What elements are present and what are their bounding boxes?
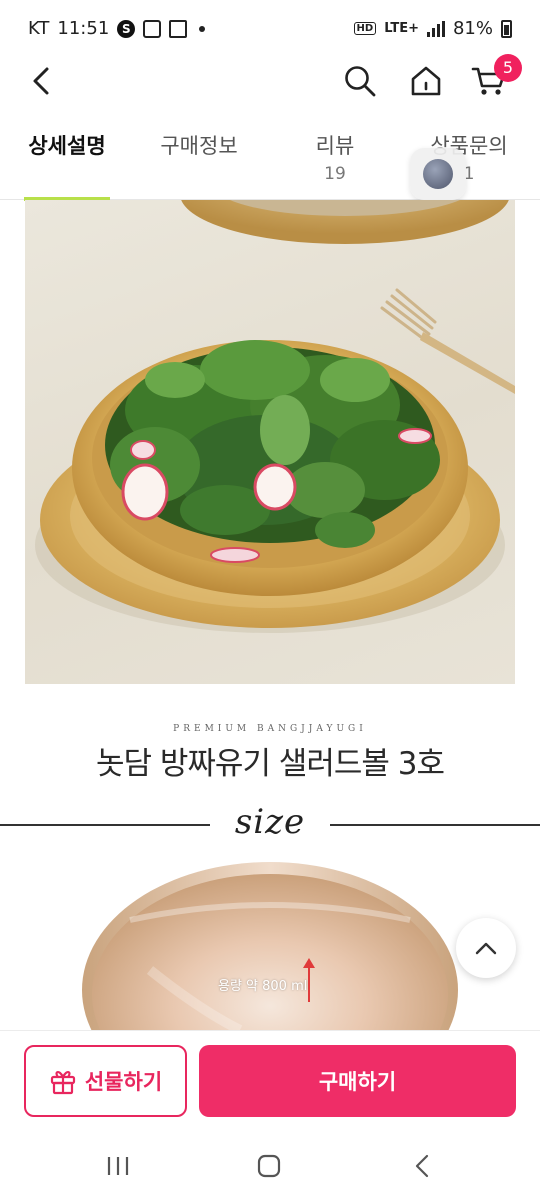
signal-icon xyxy=(426,20,445,37)
tab-detail[interactable]: 상세설명 xyxy=(24,112,110,201)
battery-icon xyxy=(501,19,512,38)
battery-level: 81% xyxy=(452,18,493,39)
tab-label: 상세설명 xyxy=(28,134,106,158)
chevron-up-icon xyxy=(475,942,497,955)
back-nav-button[interactable] xyxy=(402,1148,442,1184)
capacity-arrow xyxy=(303,958,315,1002)
salad-bowl-illustration xyxy=(35,200,515,633)
status-left: KT 11:51 S xyxy=(28,18,206,39)
bottom-action-bar: 선물하기 구매하기 xyxy=(0,1030,540,1130)
review-count: 19 xyxy=(324,164,346,184)
home-icon xyxy=(411,66,441,96)
system-nav-bar xyxy=(0,1130,540,1200)
search-icon xyxy=(345,66,376,97)
tab-label: 리뷰 xyxy=(315,134,355,158)
bubble-avatar-icon xyxy=(423,159,453,189)
more-notifications-icon xyxy=(199,25,206,32)
tab-label: 구매정보 xyxy=(160,134,238,158)
network-type: LTE+ xyxy=(384,21,419,36)
recent-apps-icon xyxy=(107,1157,129,1175)
home-nav-icon xyxy=(257,1154,281,1178)
cart-count-badge: 5 xyxy=(494,54,522,82)
tab-purchase-info[interactable]: 구매정보 xyxy=(150,112,248,200)
gift-icon xyxy=(50,1071,75,1095)
brand-line: PREMIUM BANGJJAYUGI xyxy=(173,724,367,734)
back-button[interactable] xyxy=(18,58,64,104)
product-title: 놋담 방짜유기 샐러드볼 3호 xyxy=(95,746,445,782)
gift-button[interactable]: 선물하기 xyxy=(24,1045,187,1117)
search-button[interactable] xyxy=(337,58,383,104)
floating-chat-bubble[interactable] xyxy=(410,148,466,200)
size-divider: size xyxy=(0,800,540,850)
hd-voice-icon: HD xyxy=(353,22,377,35)
gallery-icon xyxy=(143,19,162,38)
product-photo xyxy=(25,200,515,684)
recent-apps-button[interactable] xyxy=(98,1148,138,1184)
home-nav-button[interactable] xyxy=(249,1148,289,1184)
s-app-icon: S xyxy=(117,19,136,38)
buy-button[interactable]: 구매하기 xyxy=(199,1045,516,1117)
app-header: 5 xyxy=(0,50,540,112)
home-button[interactable] xyxy=(403,58,449,104)
back-icon xyxy=(33,67,49,95)
status-right: HD LTE+ 81% xyxy=(353,18,512,39)
scroll-to-top-button[interactable] xyxy=(456,918,516,978)
capacity-label: 용량 약 800 ml xyxy=(218,979,308,994)
divider-line-right xyxy=(330,824,540,826)
carrier: KT xyxy=(28,18,50,39)
gift-button-label: 선물하기 xyxy=(84,1070,163,1094)
divider-line-left xyxy=(0,824,210,826)
tab-reviews[interactable]: 리뷰 19 xyxy=(300,112,370,200)
calendar-icon xyxy=(169,19,188,38)
clock: 11:51 xyxy=(57,18,110,39)
back-nav-icon xyxy=(415,1154,429,1178)
size-label: size xyxy=(234,802,306,842)
buy-button-label: 구매하기 xyxy=(318,1070,397,1094)
